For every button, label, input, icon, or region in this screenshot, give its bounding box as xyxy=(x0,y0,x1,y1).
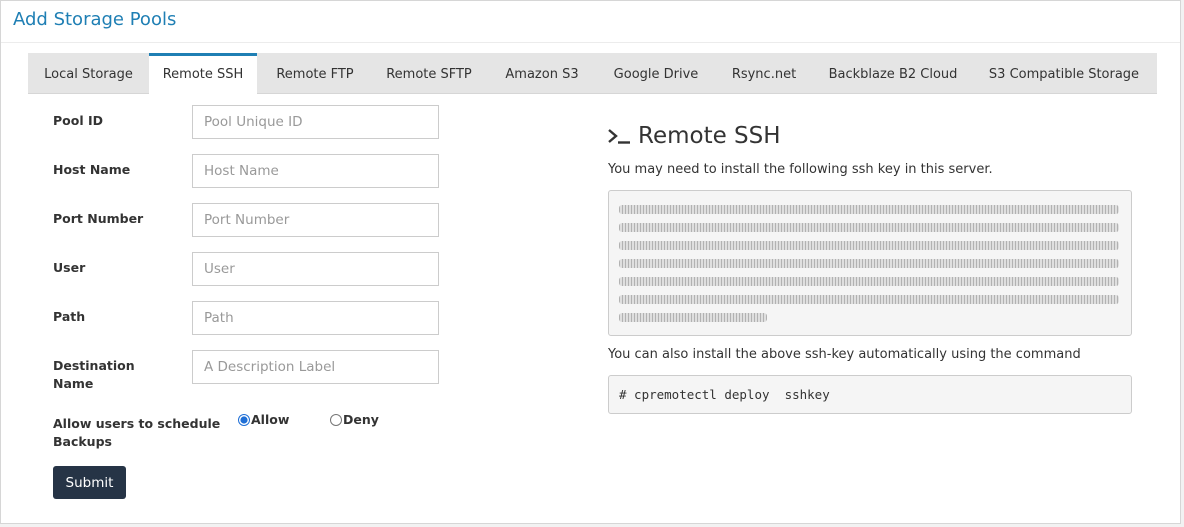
deny-radio[interactable] xyxy=(330,413,342,426)
tab-amazon-s3[interactable]: Amazon S3 xyxy=(485,53,599,94)
deny-label: Deny xyxy=(343,412,379,427)
path-label: Path xyxy=(53,309,86,324)
redacted-key-line xyxy=(619,313,767,322)
tab-s3-compatible[interactable]: S3 Compatible Storage xyxy=(971,53,1157,94)
destination-name-label: Destination Name xyxy=(53,358,135,391)
host-name-input[interactable] xyxy=(192,154,439,188)
pool-id-input[interactable] xyxy=(192,105,439,139)
deny-option[interactable]: Deny xyxy=(330,412,379,427)
port-number-input[interactable] xyxy=(192,203,439,237)
redacted-key-line xyxy=(619,295,1119,304)
tab-backblaze-b2[interactable]: Backblaze B2 Cloud xyxy=(815,53,971,94)
ssh-key-box[interactable] xyxy=(608,190,1132,336)
port-number-label: Port Number xyxy=(53,211,144,226)
storage-pools-panel: Add Storage Pools Local Storage Remote S… xyxy=(0,0,1181,524)
redacted-key-line xyxy=(619,277,1119,286)
title-divider xyxy=(1,42,1180,43)
tab-remote-ssh[interactable]: Remote SSH xyxy=(149,53,257,95)
user-label: User xyxy=(53,260,86,275)
ssh-key-note: You may need to install the following ss… xyxy=(608,162,993,177)
redacted-key-line xyxy=(619,205,1119,214)
user-input[interactable] xyxy=(192,252,439,286)
redacted-key-line xyxy=(619,241,1119,250)
submit-button[interactable]: Submit xyxy=(53,466,126,499)
redacted-key-line xyxy=(619,259,1119,268)
path-input[interactable] xyxy=(192,301,439,335)
schedule-backups-label: Allow users to schedule Backups xyxy=(53,416,221,449)
pool-id-label: Pool ID xyxy=(53,113,103,128)
deploy-command-box[interactable]: # cpremotectl deploy sshkey xyxy=(608,375,1132,414)
tab-remote-sftp[interactable]: Remote SFTP xyxy=(373,53,485,94)
allow-radio[interactable] xyxy=(238,413,250,426)
auto-install-note: You can also install the above ssh-key a… xyxy=(608,347,1081,362)
tab-rsync-net[interactable]: Rsync.net xyxy=(713,53,815,94)
redacted-key-line xyxy=(619,223,1119,232)
allow-label: Allow xyxy=(251,412,290,427)
storage-type-tabs: Local Storage Remote SSH Remote FTP Remo… xyxy=(28,53,1157,95)
tab-local-storage[interactable]: Local Storage xyxy=(28,53,149,94)
terminal-icon xyxy=(608,129,630,144)
allow-option[interactable]: Allow xyxy=(238,412,289,427)
ssh-panel-title-text: Remote SSH xyxy=(638,123,781,149)
host-name-label: Host Name xyxy=(53,162,131,177)
page-title: Add Storage Pools xyxy=(13,9,177,30)
tab-remote-ftp[interactable]: Remote FTP xyxy=(257,53,373,94)
destination-name-input[interactable] xyxy=(192,350,439,384)
ssh-panel-title: Remote SSH xyxy=(608,123,781,149)
tab-google-drive[interactable]: Google Drive xyxy=(599,53,713,94)
